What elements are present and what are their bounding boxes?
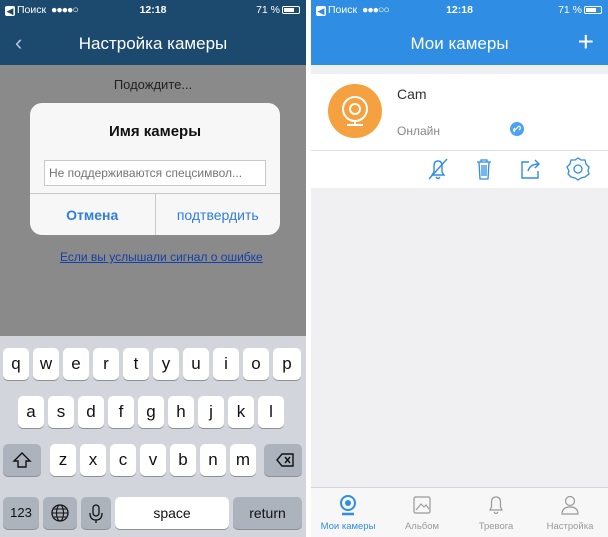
shift-icon: [12, 452, 32, 468]
space-key[interactable]: space: [115, 497, 229, 529]
settings-button[interactable]: [563, 154, 593, 184]
key[interactable]: c: [110, 444, 136, 476]
tab-bar: Мои камеры Альбом Тревога Настройка: [311, 487, 608, 537]
key[interactable]: h: [168, 396, 194, 428]
globe-icon: [51, 504, 69, 522]
key[interactable]: i: [213, 348, 239, 380]
keyboard-row-2: a s d f g h j k l: [0, 396, 306, 428]
key[interactable]: e: [63, 348, 89, 380]
key[interactable]: j: [198, 396, 224, 428]
microphone-icon: [89, 504, 103, 523]
key[interactable]: r: [93, 348, 119, 380]
trash-icon: [477, 159, 491, 180]
bell-icon: [489, 496, 503, 515]
key[interactable]: s: [48, 396, 74, 428]
key[interactable]: l: [258, 396, 284, 428]
camera-icon: [340, 495, 356, 516]
page-title: Настройка камеры: [78, 34, 228, 53]
key[interactable]: m: [230, 444, 256, 476]
numbers-key[interactable]: 123: [3, 497, 39, 529]
camera-card[interactable]: Cam Онлайн: [311, 74, 608, 188]
alarm-off-button[interactable]: [423, 154, 453, 184]
keyboard-row-3: z x c v b n m: [0, 444, 306, 476]
key[interactable]: w: [33, 348, 59, 380]
backspace-key[interactable]: [264, 444, 302, 476]
keyboard: q w e r t y u i o p a s d f g h j k l z: [0, 336, 306, 537]
key[interactable]: o: [243, 348, 269, 380]
key[interactable]: y: [153, 348, 179, 380]
top-bar: ◀ Поиск ●●●●○ 12:18 71 % ‹ Настройка каме…: [0, 0, 306, 65]
album-icon: [413, 496, 431, 514]
keyboard-row-1: q w e r t y u i o p: [0, 348, 306, 380]
tab-album[interactable]: Альбом: [385, 488, 459, 537]
error-signal-link[interactable]: Если вы услышали сигнал о ошибке: [60, 250, 263, 264]
status-bar: ◀ Поиск ●●●○○ 12:18 71 %: [311, 0, 608, 20]
key[interactable]: p: [273, 348, 301, 380]
bell-off-icon: [428, 158, 448, 180]
confirm-button[interactable]: подтвердить: [156, 194, 281, 235]
key[interactable]: q: [3, 348, 29, 380]
key[interactable]: z: [50, 444, 76, 476]
key[interactable]: t: [123, 348, 149, 380]
tab-my-cameras[interactable]: Мои камеры: [311, 488, 385, 537]
card-divider: [311, 150, 608, 151]
key[interactable]: x: [80, 444, 106, 476]
status-bar: ◀ Поиск ●●●●○ 12:18 71 %: [0, 0, 306, 20]
key[interactable]: g: [138, 396, 164, 428]
key[interactable]: n: [200, 444, 226, 476]
page-title: Мои камеры: [410, 34, 509, 53]
right-screen: ◀ Поиск ●●●○○ 12:18 71 % Мои камеры + Cam…: [311, 0, 608, 537]
key[interactable]: k: [228, 396, 254, 428]
globe-key[interactable]: [43, 497, 77, 529]
tab-label: Альбом: [404, 521, 440, 532]
camera-status: Онлайн: [397, 124, 440, 138]
gear-icon: [566, 157, 590, 181]
link-icon: [510, 122, 524, 136]
key[interactable]: u: [183, 348, 209, 380]
camera-name-dialog: Имя камеры Отмена подтвердить: [30, 103, 280, 235]
battery-indicator: 71 %: [558, 0, 602, 20]
key[interactable]: v: [140, 444, 166, 476]
key[interactable]: b: [170, 444, 196, 476]
key[interactable]: a: [18, 396, 44, 428]
dictation-key[interactable]: [81, 497, 111, 529]
camera-avatar: [328, 84, 382, 138]
battery-percent: 71 %: [558, 4, 582, 16]
shift-key[interactable]: [3, 444, 41, 476]
waiting-text: Подождите...: [113, 77, 193, 92]
share-button[interactable]: [515, 154, 545, 184]
top-bar: ◀ Поиск ●●●○○ 12:18 71 % Мои камеры +: [311, 0, 608, 65]
backspace-icon: [276, 453, 294, 467]
left-screen: ◀ Поиск ●●●●○ 12:18 71 % ‹ Настройка каме…: [0, 0, 306, 537]
add-camera-button[interactable]: +: [578, 28, 594, 56]
camera-name-input[interactable]: [44, 160, 266, 186]
battery-percent: 71 %: [256, 4, 280, 16]
key[interactable]: d: [78, 396, 104, 428]
tab-settings[interactable]: Настройка: [533, 488, 607, 537]
cancel-button[interactable]: Отмена: [30, 194, 156, 235]
battery-indicator: 71 %: [256, 0, 300, 20]
webcam-icon: [342, 96, 368, 126]
user-icon: [561, 495, 579, 515]
dialog-buttons: Отмена подтвердить: [30, 193, 280, 235]
tab-alarm[interactable]: Тревога: [459, 488, 533, 537]
return-key[interactable]: return: [233, 497, 302, 529]
battery-icon: [584, 6, 602, 14]
tab-label: Мои камеры: [320, 521, 376, 532]
camera-name: Cam: [397, 86, 427, 102]
battery-icon: [282, 6, 300, 14]
delete-button[interactable]: [469, 154, 499, 184]
key[interactable]: f: [108, 396, 134, 428]
tab-label: Тревога: [478, 521, 514, 532]
keyboard-row-4: 123 space return: [0, 497, 306, 529]
dialog-title: Имя камеры: [108, 123, 202, 140]
share-icon: [521, 159, 540, 179]
tab-label: Настройка: [546, 521, 594, 532]
